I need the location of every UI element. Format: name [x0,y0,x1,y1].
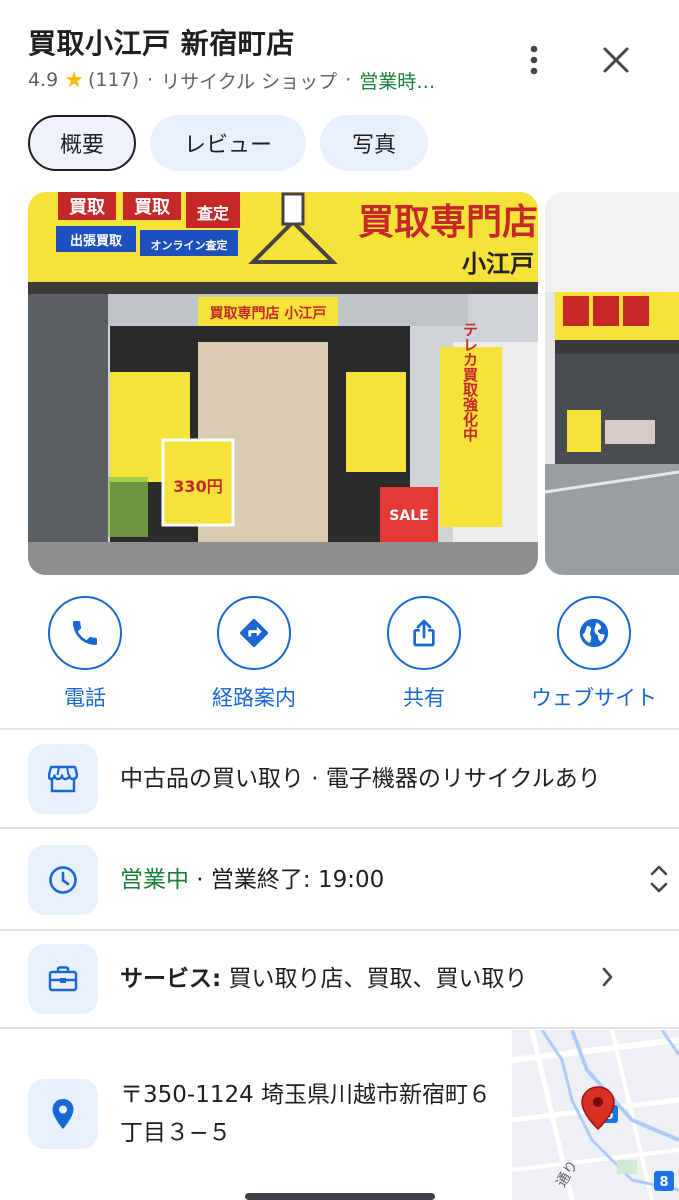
website-button[interactable] [557,596,631,670]
more-vert-icon [530,45,538,75]
sale-sign: SALE [389,508,428,524]
description-row[interactable]: 中古品の買い取り · 電子機器のリサイクルあり [28,744,668,814]
phone-icon [73,621,97,645]
flag-sign: テレカ買取強化中 [461,322,479,443]
briefcase-icon [48,966,78,992]
store-icon-box [28,744,98,814]
share-icon [413,619,435,647]
rating-value: 4.9 [28,69,59,91]
call-label: 電話 [64,686,106,710]
divider [0,1027,679,1029]
map-thumbnail[interactable]: 通り 6 8 [512,1030,679,1200]
main-banner: 買取専門店 [358,202,538,243]
services-row[interactable]: サービス: 買い取り店、買取、買い取り [28,944,668,1014]
storefront-photo[interactable]: 買取 買取 査定 出張買取 オンライン査定 買取専門店 小江戸 買取専門店 小江… [28,192,538,575]
tab-overview[interactable]: 概要 [28,115,136,171]
expand-icon[interactable] [648,863,670,895]
more-options-button[interactable] [514,40,554,80]
hours-status: 営業中 [120,867,189,893]
review-count[interactable]: (117) [88,69,139,91]
directions-button[interactable] [217,596,291,670]
location-pin-icon [52,1099,74,1129]
action-bar: 電話 経路案内 共有 ウェブサイト [0,596,679,716]
call-action[interactable]: 電話 [0,596,170,712]
tab-bar: 概要 レビュー 写真 [28,115,428,171]
price-sign: 330円 [173,477,222,496]
divider [0,728,679,730]
sign-tag-4: 出張買取 [70,233,123,249]
sign-tag-5: オンライン査定 [151,238,228,252]
services-value: 買い取り店、買取、買い取り [221,966,528,992]
separator: · [147,69,154,91]
close-button[interactable] [596,40,636,80]
share-label: 共有 [403,686,445,710]
briefcase-icon-box [28,944,98,1014]
place-header: 買取小江戸 新宿町店 4.9 ★ (117) · リサイクル ショップ · 営業… [28,24,488,94]
location-icon-box [28,1079,98,1149]
call-button[interactable] [48,596,122,670]
address-row[interactable]: 〒350-1124 埼玉県川越市新宿町６丁目３−５ [28,1076,508,1152]
clock-icon [49,866,77,894]
place-title: 買取小江戸 新宿町店 [28,27,295,60]
tab-photos[interactable]: 写真 [320,115,428,171]
sign-tag-1: 買取 [69,197,106,218]
directions-label: 経路案内 [212,686,296,710]
storefront-photo-2[interactable] [545,192,679,575]
directions-action[interactable]: 経路案内 [169,596,339,712]
divider [0,929,679,931]
services-label: サービス: [120,966,222,992]
divider [0,827,679,829]
place-subline: 4.9 ★ (117) · リサイクル ショップ · 営業時… [28,66,488,94]
directions-icon [239,618,269,648]
sign-tag-3: 査定 [197,204,229,223]
share-action[interactable]: 共有 [339,596,509,712]
star-icon: ★ [64,67,84,93]
map-badge-2: 8 [659,1175,668,1190]
services-text: サービス: 買い取り店、買取、買い取り [120,962,528,996]
separator: · [345,69,352,91]
door-sign: 買取専門店 小江戸 [210,305,327,322]
website-label: ウェブサイト [531,686,657,710]
close-icon [603,47,629,73]
store-icon [48,765,78,793]
hours-text: 営業中 · 営業終了: 19:00 [120,863,384,897]
website-action[interactable]: ウェブサイト [509,596,679,712]
home-indicator[interactable] [245,1193,435,1200]
description-text: 中古品の買い取り · 電子機器のリサイクルあり [120,766,601,792]
sign-tag-2: 買取 [134,197,171,218]
hours-row[interactable]: 営業中 · 営業終了: 19:00 [28,845,668,915]
address-text: 〒350-1124 埼玉県川越市新宿町６丁目３−５ [120,1082,492,1146]
hours-detail: · 営業終了: 19:00 [189,867,385,893]
chevron-right-icon[interactable] [600,964,616,990]
globe-icon [579,618,609,648]
share-button[interactable] [387,596,461,670]
main-banner-sub: 小江戸 [462,250,534,278]
place-category[interactable]: リサイクル ショップ [161,67,337,94]
clock-icon-box [28,845,98,915]
tab-reviews[interactable]: レビュー [150,115,306,171]
open-status[interactable]: 営業時… [359,67,435,94]
